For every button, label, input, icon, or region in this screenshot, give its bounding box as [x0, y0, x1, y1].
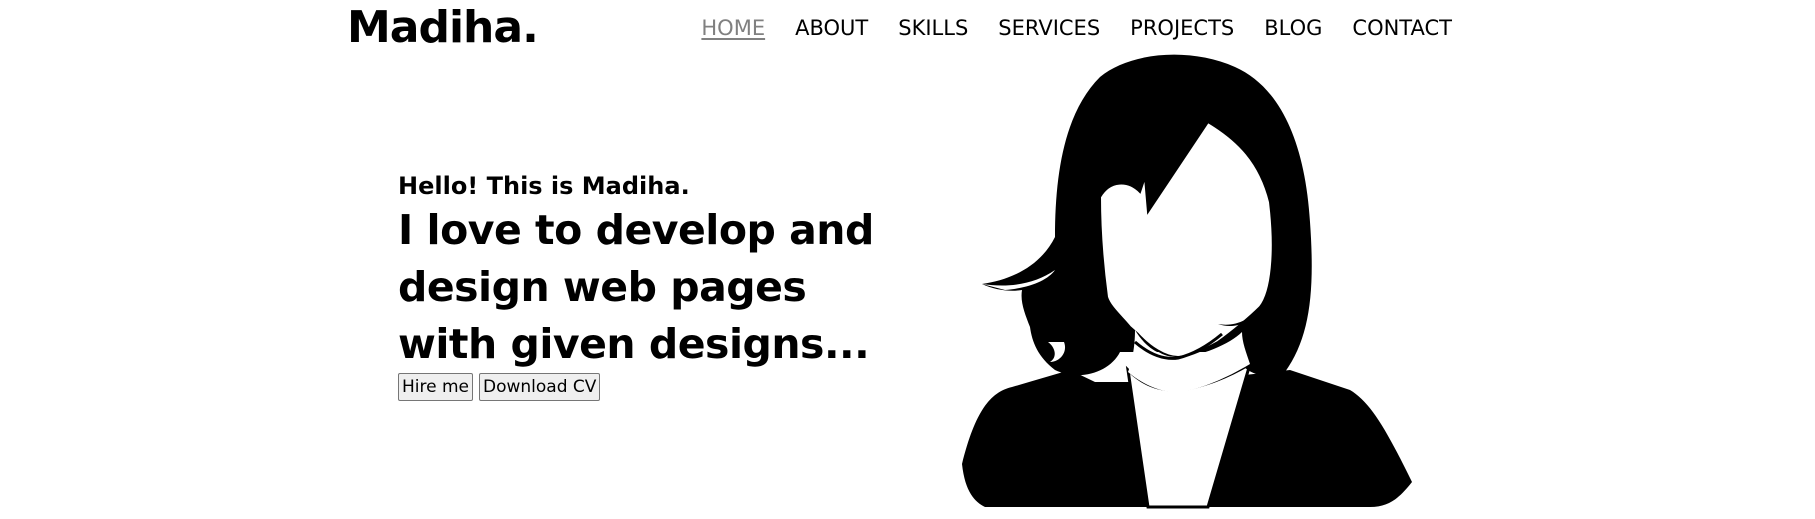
hero-headline-line: I love to develop and	[398, 206, 874, 254]
woman-avatar-silhouette-icon	[962, 54, 1412, 509]
hire-me-button[interactable]: Hire me	[398, 373, 474, 401]
nav-item-about[interactable]: ABOUT	[795, 14, 868, 42]
download-cv-button[interactable]: Download CV	[479, 373, 601, 401]
nav-item-skills[interactable]: SKILLS	[898, 14, 968, 42]
nav-item-services[interactable]: SERVICES	[998, 14, 1100, 42]
nav-item-home[interactable]: HOME	[701, 14, 765, 42]
nav-item-projects[interactable]: PROJECTS	[1130, 14, 1234, 42]
hero-actions: Hire me Download CV	[398, 373, 878, 401]
hero-headline-line: design web pages	[398, 263, 807, 311]
hero-greeting: Hello! This is Madiha.	[398, 172, 690, 200]
nav-item-blog[interactable]: BLOG	[1264, 14, 1322, 42]
main-nav: HOME ABOUT SKILLS SERVICES PROJECTS BLOG…	[671, 14, 1452, 42]
hero-headline: I love to develop and design web pages w…	[398, 202, 878, 373]
site-logo[interactable]: Madiha.	[347, 0, 539, 56]
page: Madiha. HOME ABOUT SKILLS SERVICES PROJE…	[0, 0, 1815, 519]
nav-item-contact[interactable]: CONTACT	[1352, 14, 1452, 42]
hero-section: Hello! This is Madiha. I love to develop…	[398, 170, 878, 401]
hero-headline-line: with given designs...	[398, 320, 870, 368]
